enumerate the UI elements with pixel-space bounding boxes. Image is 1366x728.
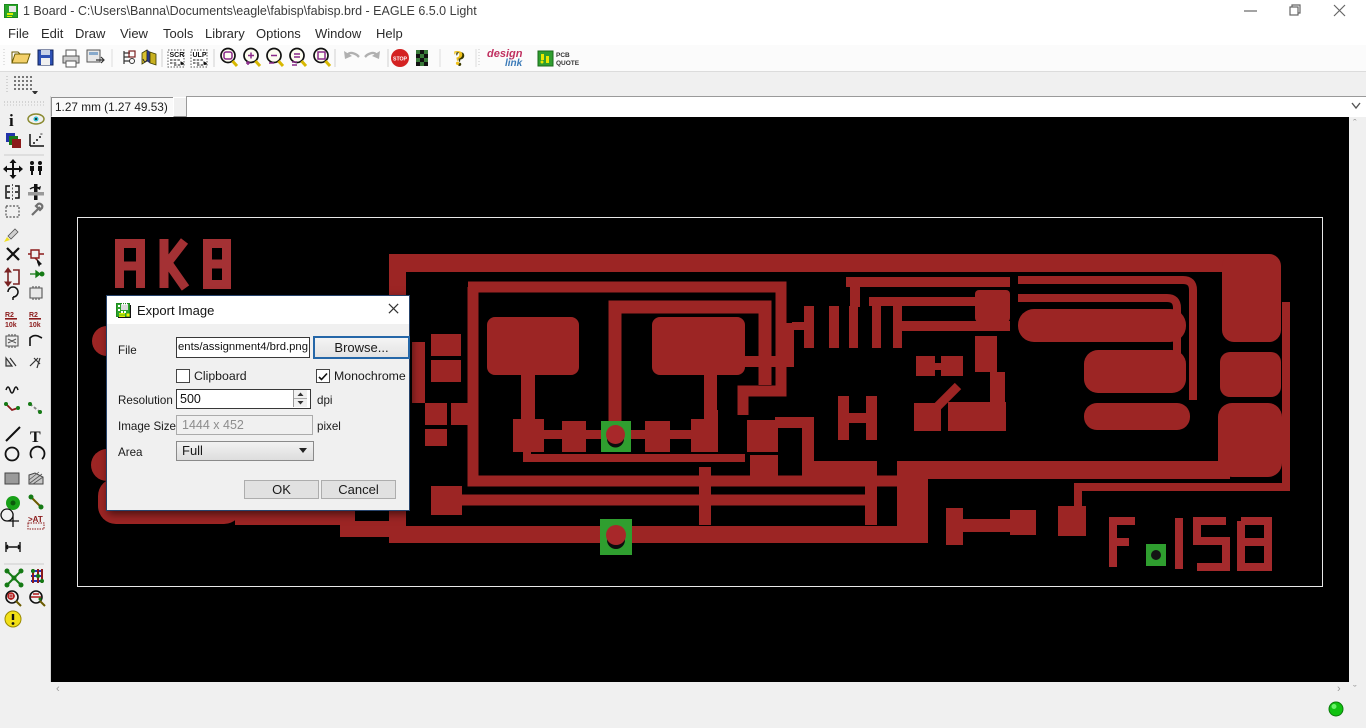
svg-text:STOP: STOP [393, 57, 408, 63]
svg-text:R2: R2 [5, 312, 14, 319]
svg-text:R2: R2 [29, 312, 38, 319]
svg-text:10k: 10k [29, 322, 41, 329]
svg-text:?: ? [453, 46, 464, 70]
svg-text:ULP: ULP [193, 52, 207, 59]
svg-text:QUOTE: QUOTE [556, 60, 580, 67]
svg-text:SCR: SCR [170, 52, 185, 59]
svg-text:°: ° [40, 132, 43, 140]
svg-text:10k: 10k [5, 322, 17, 329]
svg-text:PCB: PCB [556, 52, 570, 59]
svg-text:link: link [505, 58, 523, 69]
svg-text:T: T [30, 429, 41, 446]
svg-text:i: i [9, 111, 14, 130]
